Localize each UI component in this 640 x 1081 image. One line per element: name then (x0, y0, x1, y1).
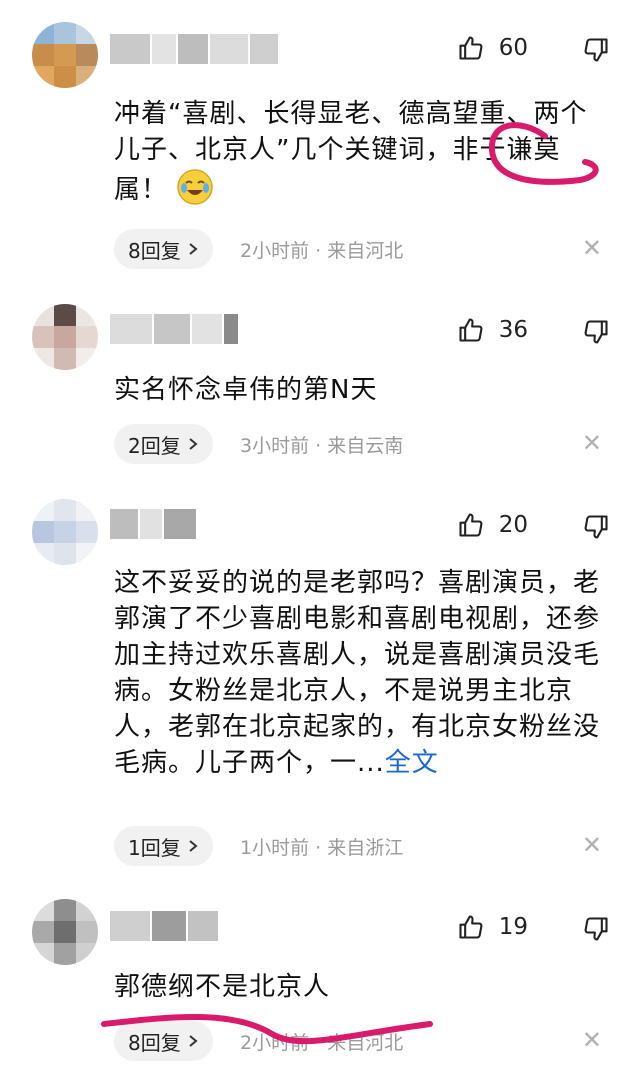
comment-meta: 2小时前 · 来自河北 (240, 1031, 404, 1054)
close-icon[interactable]: ✕ (582, 234, 602, 262)
dislike-button[interactable] (582, 513, 610, 541)
like-button[interactable]: 19 (457, 913, 528, 941)
close-icon[interactable]: ✕ (582, 429, 602, 457)
avatar[interactable] (32, 899, 98, 965)
replies-label: 1回复 (128, 835, 181, 860)
like-button[interactable]: 20 (457, 511, 528, 539)
comment-item: 20 这不妥妥的说的是老郭吗？喜剧演员，老郭演了不少喜剧电影和喜剧电视剧，还参加… (0, 485, 640, 885)
replies-button[interactable]: 8回复 (114, 1021, 213, 1061)
chevron-right-icon (187, 432, 199, 456)
thumbs-up-icon (457, 511, 485, 539)
comment-meta: 1小时前 · 来自浙江 (240, 836, 404, 859)
crying-laughing-emoji (176, 168, 214, 206)
comment-meta: 2小时前 · 来自河北 (240, 239, 404, 262)
thumbs-down-icon (582, 36, 610, 64)
username-blurred[interactable] (110, 314, 238, 344)
replies-button[interactable]: 2回复 (114, 424, 213, 464)
comment-text: 这不妥妥的说的是老郭吗？喜剧演员，老郭演了不少喜剧电影和喜剧电视剧，还参加主持过… (114, 565, 614, 781)
avatar[interactable] (32, 22, 98, 88)
thumbs-up-icon (457, 34, 485, 62)
username-blurred[interactable] (110, 509, 196, 539)
like-count: 60 (498, 35, 528, 61)
chevron-right-icon (187, 1029, 199, 1053)
thumbs-down-icon (582, 915, 610, 943)
comment-text: 实名怀念卓伟的第N天 (114, 375, 378, 405)
thumbs-down-icon (582, 513, 610, 541)
dislike-button[interactable] (582, 915, 610, 943)
comment-text: 郭德纲不是北京人 (114, 972, 331, 1002)
close-icon[interactable]: ✕ (582, 1026, 602, 1054)
comment-item: 19 郭德纲不是北京人 8回复 2小时前 · 来自河北 ✕ (0, 885, 640, 1081)
chevron-right-icon (187, 237, 199, 261)
comment-text: 冲着“喜剧、长得显老、德高望重、两个儿子、北京人”几个关键词，非于谦莫属！ (114, 96, 614, 208)
like-button[interactable]: 60 (457, 34, 528, 62)
avatar[interactable] (32, 499, 98, 565)
comment-item: 60 冲着“喜剧、长得显老、德高望重、两个儿子、北京人”几个关键词，非于谦莫属！… (0, 0, 640, 290)
username-blurred[interactable] (110, 911, 218, 941)
chevron-right-icon (187, 834, 199, 858)
replies-label: 2回复 (128, 433, 181, 458)
username-blurred[interactable] (110, 34, 278, 64)
thumbs-down-icon (582, 318, 610, 346)
like-count: 20 (498, 512, 528, 538)
comment-meta: 3小时前 · 来自云南 (240, 434, 404, 457)
replies-label: 8回复 (128, 238, 181, 263)
replies-label: 8回复 (128, 1030, 181, 1055)
expand-full-text-link[interactable]: 全文 (385, 748, 439, 778)
thumbs-up-icon (457, 913, 485, 941)
avatar[interactable] (32, 304, 98, 370)
like-button[interactable]: 36 (457, 316, 528, 344)
thumbs-up-icon (457, 316, 485, 344)
close-icon[interactable]: ✕ (582, 831, 602, 859)
like-count: 19 (498, 914, 528, 940)
like-count: 36 (498, 317, 528, 343)
dislike-button[interactable] (582, 318, 610, 346)
replies-button[interactable]: 1回复 (114, 826, 213, 866)
comment-body: 这不妥妥的说的是老郭吗？喜剧演员，老郭演了不少喜剧电影和喜剧电视剧，还参加主持过… (114, 568, 601, 778)
dislike-button[interactable] (582, 36, 610, 64)
replies-button[interactable]: 8回复 (114, 229, 213, 269)
comment-item: 36 实名怀念卓伟的第N天 2回复 3小时前 · 来自云南 ✕ (0, 290, 640, 485)
